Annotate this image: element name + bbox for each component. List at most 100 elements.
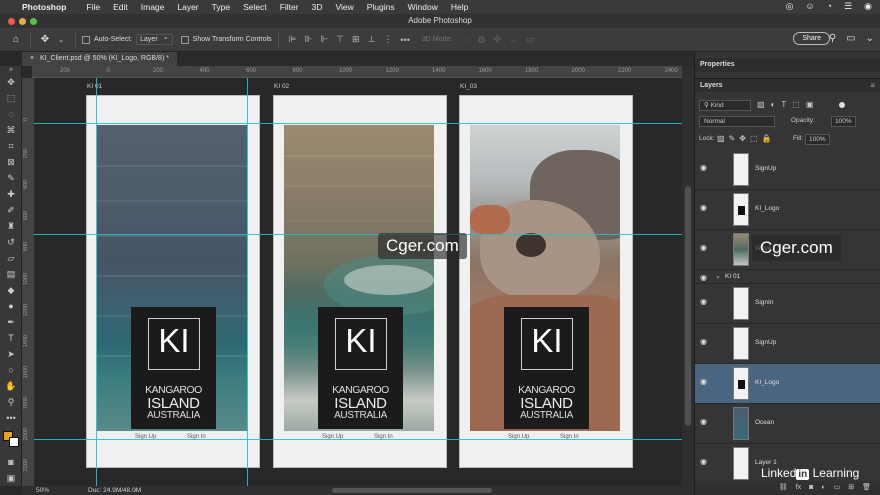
tab-layers[interactable]: Layers ≡ [695,78,880,92]
canvas[interactable]: KI 01 KI KANGAROO ISLAND AUSTRALIA Sign … [34,78,682,486]
layer-row[interactable]: ◉ SignUp [695,150,880,190]
distribute-icon[interactable]: ⋮ [383,34,392,45]
layer-row[interactable]: ◉ SignIn [695,284,880,324]
layer-group-row[interactable]: ◉ ⌄ KI 01 [695,270,880,284]
eraser-tool-icon[interactable]: ▱ [0,250,22,266]
menu-filter[interactable]: Filter [280,2,299,12]
menu-image[interactable]: Image [141,2,165,12]
lasso-tool-icon[interactable]: ◌ [0,106,22,122]
visibility-eye-icon[interactable]: ◉ [700,337,707,346]
close-window-button[interactable] [8,18,15,25]
chevron-down-icon[interactable]: ⌄ [866,33,874,44]
show-transform-checkbox[interactable] [180,35,189,44]
trash-icon[interactable]: 🗑 [862,481,871,495]
eyedropper-tool-icon[interactable]: ✎ [0,170,22,186]
visibility-eye-icon[interactable]: ◉ [700,297,707,306]
more-options-icon[interactable]: ••• [400,35,409,45]
visibility-eye-icon[interactable]: ◉ [700,273,707,282]
screen-mode-icon[interactable]: ▣ [0,470,22,486]
expand-icon[interactable]: » [0,66,22,74]
guide-horizontal[interactable] [34,439,682,440]
chevron-right-icon[interactable]: › [134,486,136,495]
healing-brush-tool-icon[interactable]: ✚ [0,186,22,202]
close-tab-icon[interactable]: × [30,55,34,62]
menu-file[interactable]: File [86,2,100,12]
align-right-icon[interactable]: ⊩ [320,34,328,45]
zoom-window-button[interactable] [30,18,37,25]
brush-tool-icon[interactable]: ✐ [0,202,22,218]
align-top-icon[interactable]: ⊤ [336,34,344,45]
filter-type-icon[interactable]: T [781,100,786,109]
gradient-tool-icon[interactable]: ▤ [0,266,22,282]
visibility-eye-icon[interactable]: ◉ [700,243,707,252]
tab-properties[interactable]: Properties [695,58,880,72]
align-center-h-icon[interactable]: ⊪ [304,34,312,45]
ki-logo[interactable]: KI KANGAROO ISLAND AUSTRALIA [318,307,403,429]
layer-row[interactable]: ◉ KI_Logo [695,190,880,230]
filter-shape-icon[interactable]: ⬚ [792,100,800,109]
3d-pan-icon[interactable]: ✣ [493,34,501,45]
auto-select-dropdown[interactable]: Layer [136,33,173,45]
visibility-eye-icon[interactable]: ◉ [700,457,707,466]
scroll-thumb[interactable] [685,186,691,426]
zoom-level[interactable]: 50% [36,486,49,495]
layer-row[interactable]: ◉ Ocean [695,404,880,444]
wifi-icon[interactable]: ◔ [827,1,832,12]
menu-help[interactable]: Help [451,2,468,12]
menu-view[interactable]: View [335,2,353,12]
ki-logo[interactable]: KI KANGAROO ISLAND AUSTRALIA [131,307,216,429]
menu-layer[interactable]: Layer [177,2,198,12]
filter-pixel-icon[interactable]: ▨ [757,100,765,109]
guide-horizontal[interactable] [34,234,682,235]
move-tool-icon[interactable]: ✥ [0,74,22,90]
mask-icon[interactable]: ◙ [809,481,813,495]
artboard-ki-03[interactable]: KI KANGAROO ISLAND AUSTRALIA Sign Up Sig… [459,95,633,468]
minimize-window-button[interactable] [19,18,26,25]
path-select-tool-icon[interactable]: ➤ [0,346,22,362]
folder-icon[interactable]: ▭ [834,481,841,495]
3d-slide-icon[interactable]: ⇔ [509,35,518,45]
pen-tool-icon[interactable]: ✒ [0,314,22,330]
auto-select-checkbox[interactable] [82,35,90,44]
type-tool-icon[interactable]: T [0,330,22,346]
app-menu-photoshop[interactable]: Photoshop [22,2,66,12]
panel-menu-icon[interactable]: ≡ [870,79,875,93]
layer-row[interactable]: ◉ KI_Logo [695,364,880,404]
blend-mode-dropdown[interactable]: Normal [699,116,775,127]
artboard-ki-02[interactable]: KI KANGAROO ISLAND AUSTRALIA Sign Up Sig… [273,95,447,468]
control-center-icon[interactable]: ☰ [844,1,852,12]
menu-plugins[interactable]: Plugins [367,2,395,12]
3d-roll-icon[interactable]: ◍ [478,34,486,45]
artboard-ki-01[interactable]: KI KANGAROO ISLAND AUSTRALIA Sign Up Sig… [86,95,260,468]
chevron-down-icon[interactable]: ⌄ [715,272,721,280]
new-layer-icon[interactable]: ⊞ [848,481,854,495]
artboard-label[interactable]: KI 02 [274,83,289,90]
artboard-label[interactable]: KI 01 [87,83,102,90]
menu-type[interactable]: Type [212,2,230,12]
move-tool-icon[interactable]: ✥ [37,34,53,45]
share-button[interactable]: Share [793,32,830,45]
workspace-icon[interactable]: ▭ [846,33,855,44]
opacity-field[interactable]: 100% [831,116,856,127]
menu-select[interactable]: Select [243,2,267,12]
zoom-tool-icon[interactable]: ⚲ [0,394,22,410]
dodge-tool-icon[interactable]: ● [0,298,22,314]
visibility-eye-icon[interactable]: ◉ [700,377,707,386]
adjustment-icon[interactable]: ◐ [821,481,825,495]
frame-tool-icon[interactable]: ⊠ [0,154,22,170]
filter-kind-dropdown[interactable]: ⚲ Kind [699,100,751,111]
quick-mask-icon[interactable]: ◙ [0,454,22,470]
horizontal-ruler[interactable]: 200 0 200 400 600 800 1000 1200 1400 1600 1800 2000… [32,66,682,78]
layer-row[interactable]: ◉ SignUp [695,324,880,364]
ellipse-tool-icon[interactable]: ○ [0,362,22,378]
visibility-eye-icon[interactable]: ◉ [700,203,707,212]
chevron-down-icon[interactable]: ⌄ [53,36,69,44]
guide-horizontal[interactable] [34,123,682,124]
home-icon[interactable]: ⌂ [8,34,24,45]
background-color-swatch[interactable] [9,437,19,447]
creative-cloud-icon[interactable]: ◎ [786,1,794,12]
menu-3d[interactable]: 3D [312,2,323,12]
guide-vertical[interactable] [247,78,248,486]
filter-smart-object-icon[interactable]: ▣ [806,100,814,109]
menu-edit[interactable]: Edit [113,2,128,12]
